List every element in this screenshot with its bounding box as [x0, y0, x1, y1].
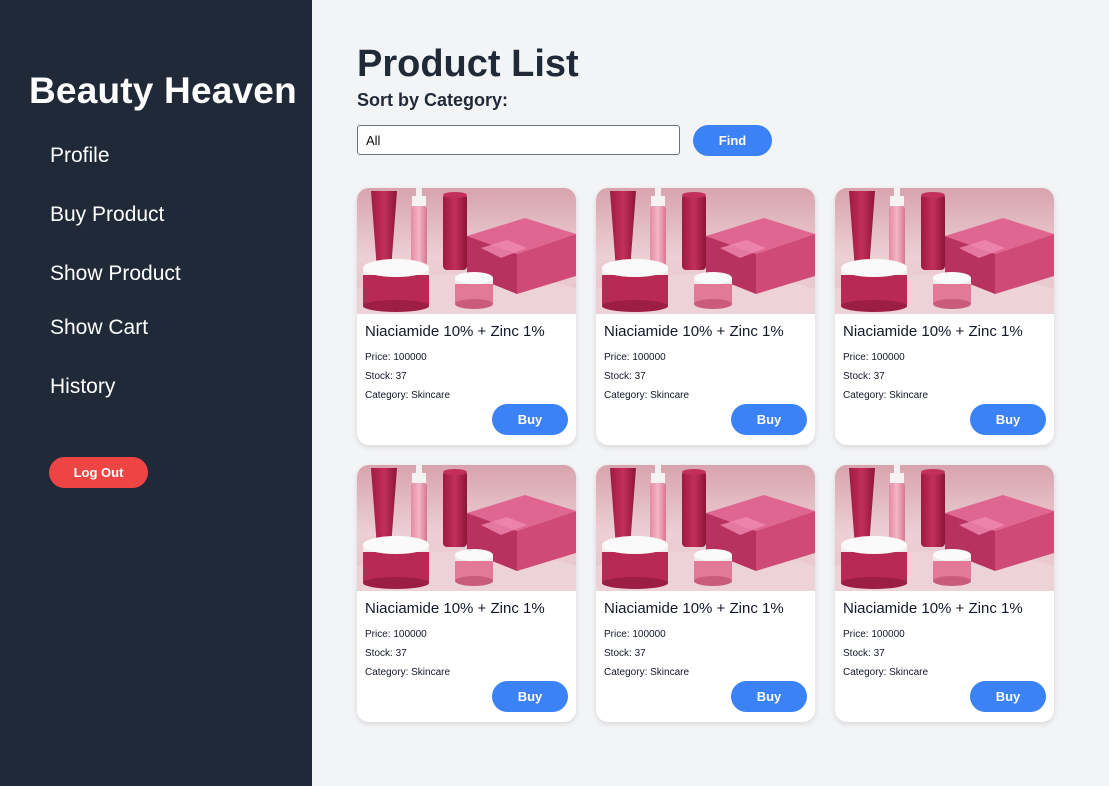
- buy-button[interactable]: Buy: [970, 404, 1046, 435]
- buy-button[interactable]: Buy: [970, 681, 1046, 712]
- product-card: Niaciamide 10% + Zinc 1% Price: 100000 S…: [835, 465, 1054, 722]
- product-image-icon: [596, 188, 815, 314]
- product-stock: Stock: 37: [365, 648, 407, 659]
- nav-item-show-cart[interactable]: Show Cart: [50, 316, 148, 340]
- main-content: Product List Sort by Category: Find Niac…: [312, 0, 1109, 786]
- sidebar: Beauty Heaven Profile Buy Product Show P…: [0, 0, 312, 786]
- logout-button[interactable]: Log Out: [49, 457, 148, 488]
- product-category: Category: Skincare: [604, 667, 690, 678]
- buy-button[interactable]: Buy: [731, 681, 807, 712]
- product-card: Niaciamide 10% + Zinc 1% Price: 100000 S…: [357, 188, 576, 445]
- product-name: Niaciamide 10% + Zinc 1%: [365, 600, 545, 617]
- product-card: Niaciamide 10% + Zinc 1% Price: 100000 S…: [835, 188, 1054, 445]
- nav-item-profile[interactable]: Profile: [50, 144, 110, 168]
- product-category: Category: Skincare: [843, 390, 929, 401]
- product-category: Category: Skincare: [365, 390, 451, 401]
- product-category: Category: Skincare: [604, 390, 690, 401]
- product-stock: Stock: 37: [604, 371, 646, 382]
- product-name: Niaciamide 10% + Zinc 1%: [604, 600, 784, 617]
- product-card: Niaciamide 10% + Zinc 1% Price: 100000 S…: [357, 465, 576, 722]
- nav-item-show-product[interactable]: Show Product: [50, 262, 181, 286]
- product-name: Niaciamide 10% + Zinc 1%: [843, 323, 1023, 340]
- nav-item-buy-product[interactable]: Buy Product: [50, 203, 164, 227]
- buy-button[interactable]: Buy: [731, 404, 807, 435]
- product-stock: Stock: 37: [843, 648, 885, 659]
- product-card: Niaciamide 10% + Zinc 1% Price: 100000 S…: [596, 465, 815, 722]
- product-stock: Stock: 37: [843, 371, 885, 382]
- product-card: Niaciamide 10% + Zinc 1% Price: 100000 S…: [596, 188, 815, 445]
- product-name: Niaciamide 10% + Zinc 1%: [604, 323, 784, 340]
- product-image-icon: [596, 465, 815, 591]
- product-price: Price: 100000: [843, 629, 905, 640]
- find-button[interactable]: Find: [693, 125, 772, 156]
- product-stock: Stock: 37: [604, 648, 646, 659]
- product-name: Niaciamide 10% + Zinc 1%: [365, 323, 545, 340]
- product-stock: Stock: 37: [365, 371, 407, 382]
- product-image-icon: [357, 188, 576, 314]
- brand-title: Beauty Heaven: [29, 70, 297, 111]
- sort-label: Sort by Category:: [357, 90, 509, 110]
- product-price: Price: 100000: [365, 352, 427, 363]
- category-input[interactable]: [357, 125, 680, 155]
- product-price: Price: 100000: [365, 629, 427, 640]
- product-price: Price: 100000: [604, 352, 666, 363]
- product-image-icon: [357, 465, 576, 591]
- product-category: Category: Skincare: [843, 667, 929, 678]
- product-image-icon: [835, 465, 1054, 591]
- page-title: Product List: [357, 43, 579, 85]
- product-price: Price: 100000: [604, 629, 666, 640]
- product-image-icon: [835, 188, 1054, 314]
- buy-button[interactable]: Buy: [492, 681, 568, 712]
- product-price: Price: 100000: [843, 352, 905, 363]
- product-category: Category: Skincare: [365, 667, 451, 678]
- nav-item-history[interactable]: History: [50, 375, 115, 399]
- buy-button[interactable]: Buy: [492, 404, 568, 435]
- product-name: Niaciamide 10% + Zinc 1%: [843, 600, 1023, 617]
